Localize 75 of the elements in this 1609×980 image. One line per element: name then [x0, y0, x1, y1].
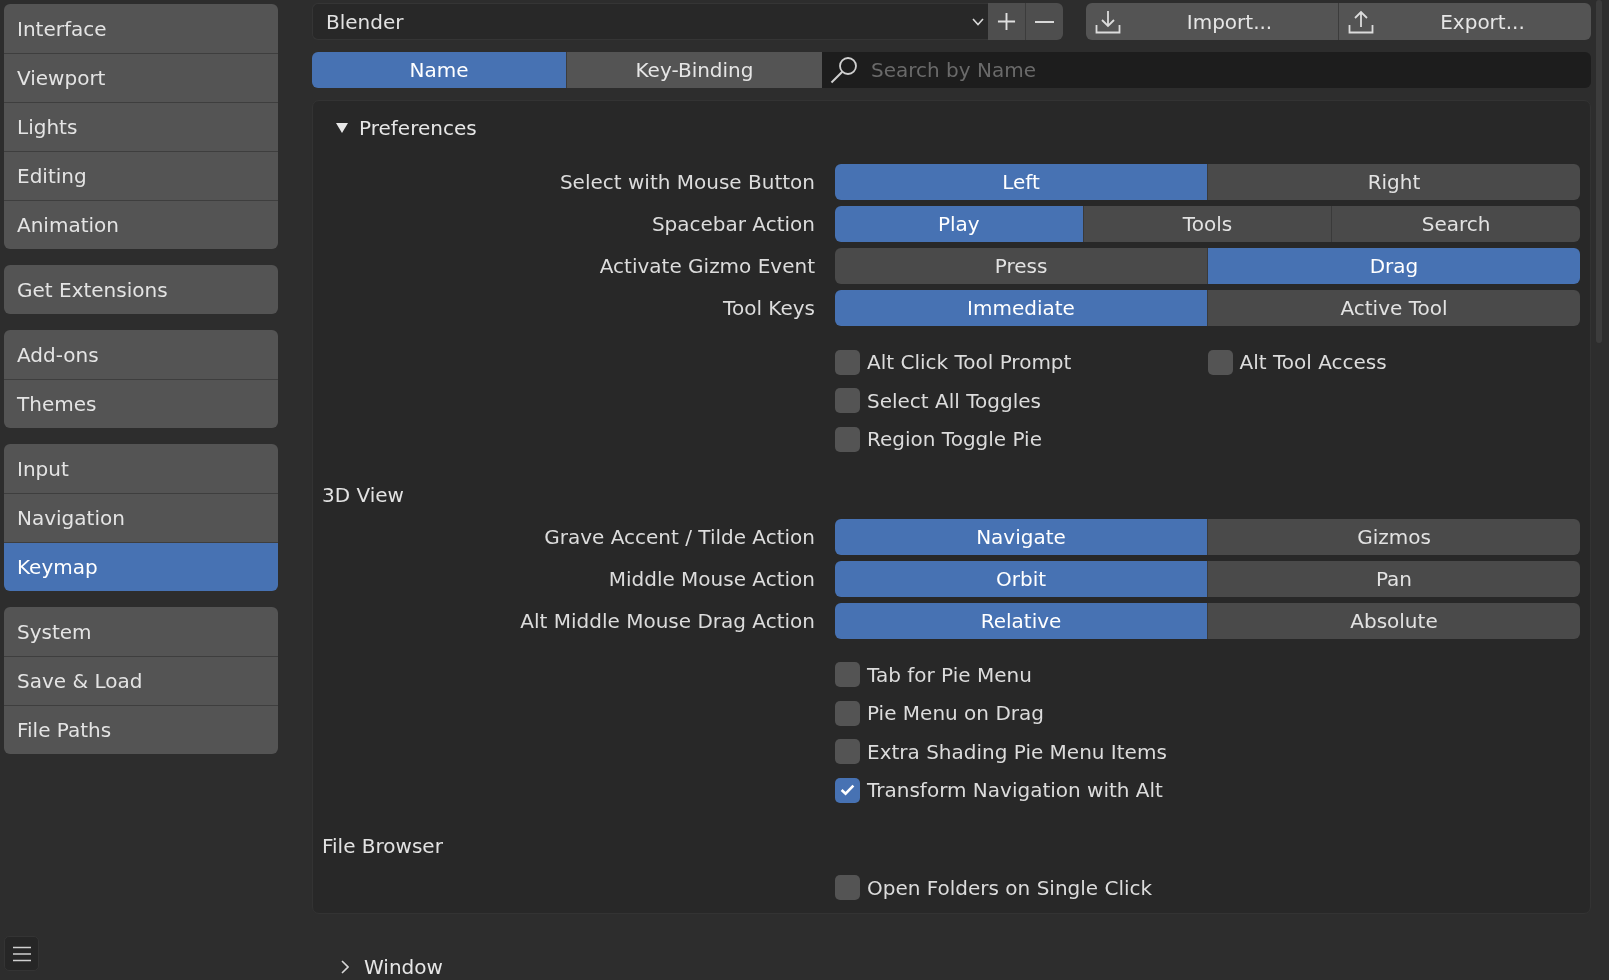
option-button[interactable]: Drag	[1207, 248, 1580, 284]
sidebar-item[interactable]: Lights	[4, 102, 278, 151]
section-heading: File Browser	[321, 832, 443, 860]
checkbox[interactable]	[835, 739, 860, 765]
sidebar-item[interactable]: Interface	[4, 4, 278, 53]
setting-label: Activate Gizmo Event	[599, 254, 815, 278]
checkbox[interactable]	[835, 662, 860, 688]
filter-tab[interactable]: Name	[312, 52, 567, 88]
import-button[interactable]: Import...	[1086, 3, 1339, 40]
sidebar-item[interactable]: File Paths	[4, 705, 278, 754]
checkbox[interactable]	[835, 349, 860, 375]
sidebar-item[interactable]: Viewport	[4, 53, 278, 102]
setting-label: Tool Keys	[723, 296, 815, 320]
search-icon	[830, 56, 858, 84]
panel-header[interactable]: Preferences	[313, 101, 477, 155]
minus-icon	[1035, 20, 1054, 23]
option-button[interactable]: Press	[835, 248, 1207, 284]
setting-label: Spacebar Action	[651, 212, 815, 236]
checkbox[interactable]	[835, 875, 860, 901]
menu-button[interactable]	[4, 936, 39, 971]
checkbox-label: Region Toggle Pie	[867, 427, 1042, 452]
option-button[interactable]: Navigate	[835, 518, 1207, 555]
sidebar-item[interactable]: System	[4, 607, 278, 656]
checkbox-label: Extra Shading Pie Menu Items	[867, 739, 1167, 764]
export-icon	[1348, 9, 1374, 34]
sidebar-item[interactable]: Themes	[4, 379, 278, 428]
option-button[interactable]: Relative	[835, 602, 1207, 639]
plus-icon	[997, 12, 1016, 31]
search-field[interactable]: Search by Name	[822, 52, 1591, 88]
checkbox-label: Alt Tool Access	[1239, 350, 1387, 375]
setting-label: Alt Middle Mouse Drag Action	[520, 608, 815, 633]
remove-button[interactable]	[1026, 3, 1063, 40]
sidebar-item[interactable]: Animation	[4, 200, 278, 249]
checkbox-label: Tab for Pie Menu	[867, 662, 1032, 687]
checkbox[interactable]	[1207, 349, 1233, 375]
keymap-preset-dropdown[interactable]: Blender	[312, 3, 988, 40]
option-button[interactable]: Search	[1331, 206, 1580, 242]
sidebar-item[interactable]: Add-ons	[4, 330, 278, 379]
menu-icon	[11, 945, 32, 962]
option-button[interactable]: Gizmos	[1207, 518, 1580, 555]
checkbox-label: Select All Toggles	[867, 388, 1041, 413]
option-button[interactable]: Absolute	[1207, 602, 1580, 639]
checkbox-label: Open Folders on Single Click	[867, 875, 1153, 900]
sidebar-item[interactable]: Save & Load	[4, 656, 278, 705]
checkmark-icon	[840, 784, 855, 797]
checkbox-label: Transform Navigation with Alt	[867, 778, 1163, 803]
option-button[interactable]: Active Tool	[1207, 290, 1580, 326]
checkbox-label: Alt Click Tool Prompt	[867, 350, 1072, 375]
checkbox[interactable]	[835, 777, 860, 803]
sidebar-item[interactable]: Get Extensions	[4, 265, 278, 314]
option-button[interactable]: Tools	[1082, 206, 1332, 242]
checkbox[interactable]	[835, 426, 860, 452]
option-button[interactable]: Play	[835, 206, 1083, 242]
section-heading: 3D View	[321, 481, 404, 509]
option-button[interactable]: Pan	[1207, 560, 1580, 597]
add-button[interactable]	[988, 3, 1026, 40]
option-button[interactable]: Immediate	[835, 290, 1207, 326]
filter-tab[interactable]: Key-Binding	[567, 52, 822, 88]
chevron-down-icon	[972, 17, 984, 26]
checkbox[interactable]	[835, 388, 860, 414]
setting-label: Grave Accent / Tilde Action	[544, 524, 815, 549]
panel-header[interactable]: Window	[312, 953, 443, 980]
sidebar-item[interactable]: Editing	[4, 151, 278, 200]
sidebar-item[interactable]: Navigation	[4, 493, 278, 542]
checkbox-label: Pie Menu on Drag	[867, 701, 1044, 726]
option-button[interactable]: Right	[1207, 164, 1580, 200]
sidebar-item[interactable]: Keymap	[4, 542, 278, 591]
export-button[interactable]: Export...	[1339, 3, 1591, 40]
option-button[interactable]: Left	[835, 164, 1207, 200]
option-button[interactable]: Orbit	[835, 560, 1207, 597]
setting-label: Middle Mouse Action	[608, 566, 815, 591]
setting-label: Select with Mouse Button	[559, 170, 815, 194]
checkbox[interactable]	[835, 700, 860, 726]
sidebar-item[interactable]: Input	[4, 444, 278, 493]
import-icon	[1095, 9, 1121, 34]
